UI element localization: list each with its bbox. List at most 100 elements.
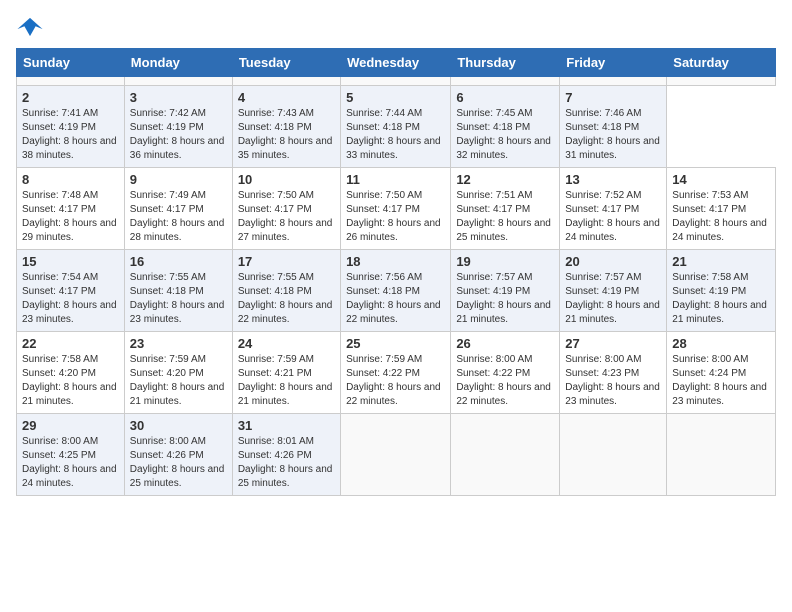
- calendar-week-row: 29 Sunrise: 8:00 AM Sunset: 4:25 PM Dayl…: [17, 414, 776, 496]
- day-info: Sunrise: 7:44 AM Sunset: 4:18 PM Dayligh…: [346, 107, 445, 163]
- day-number: 23: [130, 336, 227, 351]
- day-info: Sunrise: 7:54 AM Sunset: 4:17 PM Dayligh…: [22, 271, 119, 327]
- day-number: 19: [456, 254, 554, 269]
- calendar-week-row: 15 Sunrise: 7:54 AM Sunset: 4:17 PM Dayl…: [17, 250, 776, 332]
- calendar-day-cell: [17, 77, 125, 86]
- logo-icon: [16, 16, 44, 38]
- day-number: 31: [238, 418, 335, 433]
- calendar-day-cell: 5 Sunrise: 7:44 AM Sunset: 4:18 PM Dayli…: [341, 86, 451, 168]
- calendar-day-cell: 2 Sunrise: 7:41 AM Sunset: 4:19 PM Dayli…: [17, 86, 125, 168]
- calendar-day-cell: 9 Sunrise: 7:49 AM Sunset: 4:17 PM Dayli…: [124, 168, 232, 250]
- day-info: Sunrise: 7:50 AM Sunset: 4:17 PM Dayligh…: [238, 189, 335, 245]
- calendar-day-cell: 22 Sunrise: 7:58 AM Sunset: 4:20 PM Dayl…: [17, 332, 125, 414]
- day-info: Sunrise: 7:50 AM Sunset: 4:17 PM Dayligh…: [346, 189, 445, 245]
- calendar-day-cell: 24 Sunrise: 7:59 AM Sunset: 4:21 PM Dayl…: [232, 332, 340, 414]
- calendar-week-row: 8 Sunrise: 7:48 AM Sunset: 4:17 PM Dayli…: [17, 168, 776, 250]
- day-number: 24: [238, 336, 335, 351]
- day-number: 7: [565, 90, 661, 105]
- calendar-day-cell: 8 Sunrise: 7:48 AM Sunset: 4:17 PM Dayli…: [17, 168, 125, 250]
- calendar-week-row: 22 Sunrise: 7:58 AM Sunset: 4:20 PM Dayl…: [17, 332, 776, 414]
- day-number: 21: [672, 254, 770, 269]
- calendar-day-cell: 7 Sunrise: 7:46 AM Sunset: 4:18 PM Dayli…: [560, 86, 667, 168]
- weekday-header: Wednesday: [341, 49, 451, 77]
- day-info: Sunrise: 7:55 AM Sunset: 4:18 PM Dayligh…: [130, 271, 227, 327]
- weekday-header: Saturday: [667, 49, 776, 77]
- day-info: Sunrise: 7:57 AM Sunset: 4:19 PM Dayligh…: [456, 271, 554, 327]
- page-header: [16, 16, 776, 38]
- calendar-header-row: SundayMondayTuesdayWednesdayThursdayFrid…: [17, 49, 776, 77]
- calendar-day-cell: 30 Sunrise: 8:00 AM Sunset: 4:26 PM Dayl…: [124, 414, 232, 496]
- day-info: Sunrise: 7:59 AM Sunset: 4:22 PM Dayligh…: [346, 353, 445, 409]
- calendar-day-cell: 19 Sunrise: 7:57 AM Sunset: 4:19 PM Dayl…: [451, 250, 560, 332]
- calendar-day-cell: 21 Sunrise: 7:58 AM Sunset: 4:19 PM Dayl…: [667, 250, 776, 332]
- day-info: Sunrise: 7:43 AM Sunset: 4:18 PM Dayligh…: [238, 107, 335, 163]
- weekday-header: Sunday: [17, 49, 125, 77]
- day-number: 14: [672, 172, 770, 187]
- day-number: 16: [130, 254, 227, 269]
- day-number: 2: [22, 90, 119, 105]
- calendar-table: SundayMondayTuesdayWednesdayThursdayFrid…: [16, 48, 776, 496]
- day-info: Sunrise: 7:59 AM Sunset: 4:21 PM Dayligh…: [238, 353, 335, 409]
- calendar-day-cell: [451, 77, 560, 86]
- day-info: Sunrise: 8:00 AM Sunset: 4:24 PM Dayligh…: [672, 353, 770, 409]
- calendar-day-cell: [451, 414, 560, 496]
- day-number: 28: [672, 336, 770, 351]
- day-number: 22: [22, 336, 119, 351]
- day-info: Sunrise: 7:46 AM Sunset: 4:18 PM Dayligh…: [565, 107, 661, 163]
- day-info: Sunrise: 8:00 AM Sunset: 4:25 PM Dayligh…: [22, 435, 119, 491]
- day-number: 18: [346, 254, 445, 269]
- day-info: Sunrise: 7:57 AM Sunset: 4:19 PM Dayligh…: [565, 271, 661, 327]
- calendar-day-cell: 31 Sunrise: 8:01 AM Sunset: 4:26 PM Dayl…: [232, 414, 340, 496]
- day-info: Sunrise: 7:45 AM Sunset: 4:18 PM Dayligh…: [456, 107, 554, 163]
- day-info: Sunrise: 7:58 AM Sunset: 4:19 PM Dayligh…: [672, 271, 770, 327]
- day-info: Sunrise: 7:49 AM Sunset: 4:17 PM Dayligh…: [130, 189, 227, 245]
- calendar-day-cell: 18 Sunrise: 7:56 AM Sunset: 4:18 PM Dayl…: [341, 250, 451, 332]
- calendar-day-cell: 26 Sunrise: 8:00 AM Sunset: 4:22 PM Dayl…: [451, 332, 560, 414]
- day-number: 3: [130, 90, 227, 105]
- day-number: 6: [456, 90, 554, 105]
- day-info: Sunrise: 7:53 AM Sunset: 4:17 PM Dayligh…: [672, 189, 770, 245]
- day-info: Sunrise: 7:42 AM Sunset: 4:19 PM Dayligh…: [130, 107, 227, 163]
- calendar-day-cell: 10 Sunrise: 7:50 AM Sunset: 4:17 PM Dayl…: [232, 168, 340, 250]
- day-number: 10: [238, 172, 335, 187]
- day-number: 17: [238, 254, 335, 269]
- calendar-day-cell: 20 Sunrise: 7:57 AM Sunset: 4:19 PM Dayl…: [560, 250, 667, 332]
- calendar-day-cell: 17 Sunrise: 7:55 AM Sunset: 4:18 PM Dayl…: [232, 250, 340, 332]
- day-info: Sunrise: 8:01 AM Sunset: 4:26 PM Dayligh…: [238, 435, 335, 491]
- day-number: 15: [22, 254, 119, 269]
- calendar-day-cell: 3 Sunrise: 7:42 AM Sunset: 4:19 PM Dayli…: [124, 86, 232, 168]
- calendar-day-cell: 11 Sunrise: 7:50 AM Sunset: 4:17 PM Dayl…: [341, 168, 451, 250]
- day-number: 20: [565, 254, 661, 269]
- calendar-day-cell: 28 Sunrise: 8:00 AM Sunset: 4:24 PM Dayl…: [667, 332, 776, 414]
- day-info: Sunrise: 7:41 AM Sunset: 4:19 PM Dayligh…: [22, 107, 119, 163]
- day-info: Sunrise: 7:58 AM Sunset: 4:20 PM Dayligh…: [22, 353, 119, 409]
- calendar-day-cell: 15 Sunrise: 7:54 AM Sunset: 4:17 PM Dayl…: [17, 250, 125, 332]
- calendar-day-cell: [667, 414, 776, 496]
- day-info: Sunrise: 7:52 AM Sunset: 4:17 PM Dayligh…: [565, 189, 661, 245]
- calendar-day-cell: 14 Sunrise: 7:53 AM Sunset: 4:17 PM Dayl…: [667, 168, 776, 250]
- calendar-day-cell: [341, 414, 451, 496]
- day-info: Sunrise: 8:00 AM Sunset: 4:26 PM Dayligh…: [130, 435, 227, 491]
- calendar-day-cell: [232, 77, 340, 86]
- day-number: 26: [456, 336, 554, 351]
- calendar-day-cell: 16 Sunrise: 7:55 AM Sunset: 4:18 PM Dayl…: [124, 250, 232, 332]
- weekday-header: Friday: [560, 49, 667, 77]
- day-number: 13: [565, 172, 661, 187]
- day-number: 12: [456, 172, 554, 187]
- day-number: 25: [346, 336, 445, 351]
- logo: [16, 16, 48, 38]
- weekday-header: Thursday: [451, 49, 560, 77]
- day-info: Sunrise: 7:59 AM Sunset: 4:20 PM Dayligh…: [130, 353, 227, 409]
- day-number: 29: [22, 418, 119, 433]
- calendar-day-cell: [124, 77, 232, 86]
- calendar-day-cell: 13 Sunrise: 7:52 AM Sunset: 4:17 PM Dayl…: [560, 168, 667, 250]
- calendar-day-cell: 4 Sunrise: 7:43 AM Sunset: 4:18 PM Dayli…: [232, 86, 340, 168]
- calendar-day-cell: 23 Sunrise: 7:59 AM Sunset: 4:20 PM Dayl…: [124, 332, 232, 414]
- calendar-day-cell: 29 Sunrise: 8:00 AM Sunset: 4:25 PM Dayl…: [17, 414, 125, 496]
- calendar-day-cell: [341, 77, 451, 86]
- calendar-week-row: [17, 77, 776, 86]
- day-info: Sunrise: 7:48 AM Sunset: 4:17 PM Dayligh…: [22, 189, 119, 245]
- weekday-header: Monday: [124, 49, 232, 77]
- calendar-day-cell: [560, 414, 667, 496]
- day-number: 30: [130, 418, 227, 433]
